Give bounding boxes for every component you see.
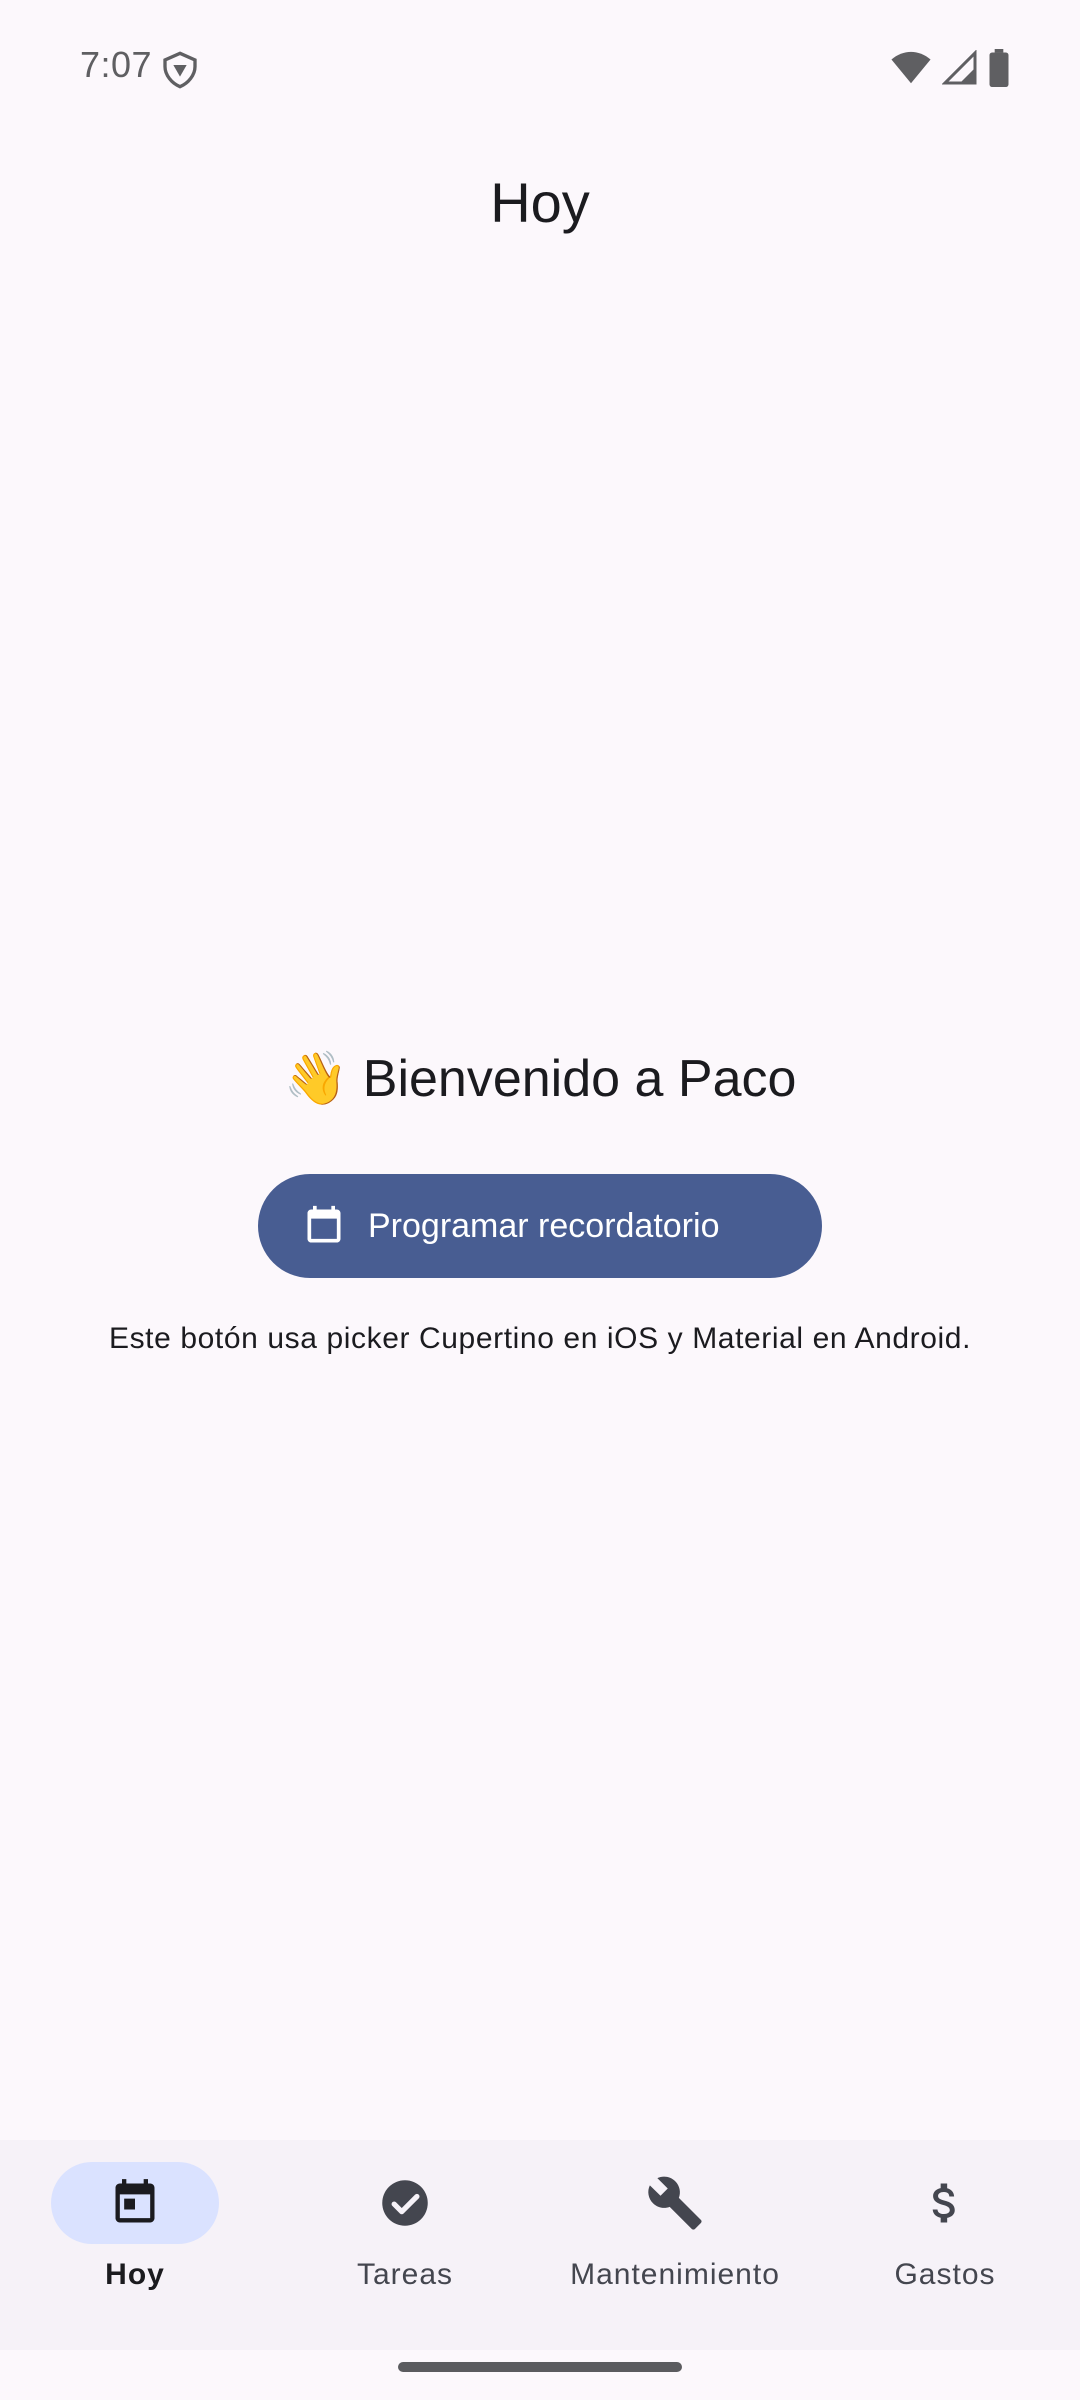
check-circle-icon xyxy=(382,2180,428,2226)
bottom-navigation: Hoy Tareas Mantenimiento Gastos xyxy=(0,2140,1080,2350)
nav-label-hoy: Hoy xyxy=(105,2258,165,2291)
wifi-icon xyxy=(891,51,931,84)
helper-text: Este botón usa picker Cupertino en iOS y… xyxy=(108,1322,972,1355)
nav-label-tareas: Tareas xyxy=(356,2258,454,2291)
waving-hand-emoji: 👋 xyxy=(283,1049,349,1109)
status-icons xyxy=(890,48,1010,88)
cell-signal-icon xyxy=(942,50,977,85)
dollar-icon xyxy=(932,2183,955,2223)
wrench-icon xyxy=(648,2176,702,2230)
welcome-text: Bienvenido a Paco xyxy=(362,1050,797,1108)
welcome-heading: 👋 Bienvenido a Paco xyxy=(0,1048,1080,1109)
nav-icon-container xyxy=(321,2162,489,2244)
nav-icon-container xyxy=(861,2162,1029,2244)
nav-active-indicator xyxy=(51,2162,219,2244)
page-title: Hoy xyxy=(490,171,590,234)
nav-label-gastos: Gastos xyxy=(894,2258,996,2291)
nav-item-tareas[interactable]: Tareas xyxy=(270,2162,540,2312)
nav-item-hoy[interactable]: Hoy xyxy=(0,2162,270,2312)
nav-item-gastos[interactable]: Gastos xyxy=(810,2162,1080,2312)
schedule-reminder-button[interactable]: Programar recordatorio xyxy=(258,1174,822,1278)
status-bar: 7:07 xyxy=(0,0,1080,135)
battery-icon xyxy=(989,49,1009,87)
status-time: 7:07 xyxy=(80,44,153,85)
vpn-shield-icon xyxy=(163,51,197,89)
home-gesture-bar[interactable] xyxy=(398,2362,682,2372)
nav-item-mantenimiento[interactable]: Mantenimiento xyxy=(540,2162,810,2312)
nav-label-mantenimiento: Mantenimiento xyxy=(570,2258,780,2291)
nav-icon-container xyxy=(591,2162,759,2244)
calendar-icon xyxy=(115,2179,155,2223)
screen: 7:07 Hoy 👋 Bienvenido a Paco Programar r… xyxy=(0,0,1080,2400)
schedule-reminder-label: Programar recordatorio xyxy=(368,1206,720,1245)
calendar-icon xyxy=(307,1205,341,1243)
